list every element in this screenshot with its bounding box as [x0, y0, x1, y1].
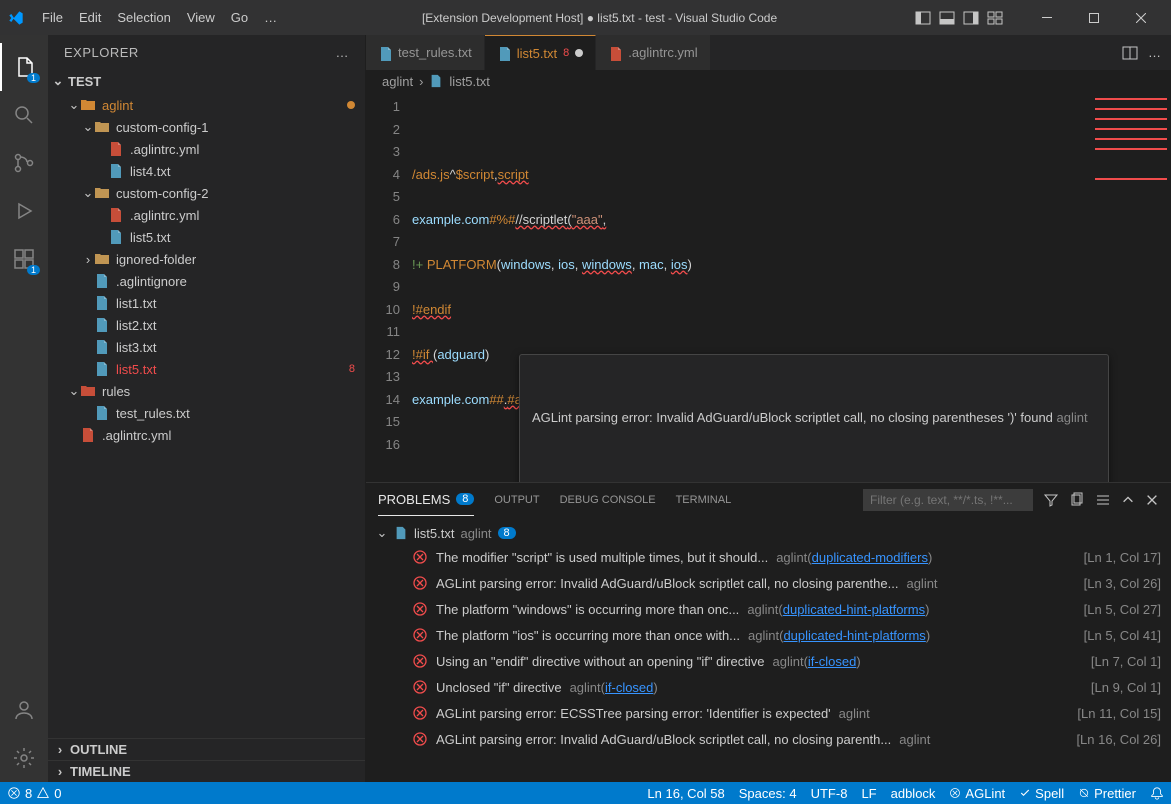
tree-item-test_rules.txt[interactable]: test_rules.txt	[48, 402, 365, 424]
problem-row[interactable]: Using an "endif" directive without an op…	[376, 648, 1161, 674]
activity-explorer[interactable]: 1	[0, 43, 48, 91]
menu-file[interactable]: File	[34, 10, 71, 25]
bottom-panel: PROBLEMS 8 OUTPUT DEBUG CONSOLE TERMINAL	[366, 482, 1171, 782]
activitybar: 1 1	[0, 35, 48, 782]
editor-more-icon[interactable]: …	[1148, 45, 1161, 60]
hover-tooltip: AGLint parsing error: Invalid AdGuard/uB…	[519, 354, 1109, 482]
tree-item-aglint[interactable]: ⌄aglint	[48, 94, 365, 116]
problem-row[interactable]: AGLint parsing error: ECSSTree parsing e…	[376, 700, 1161, 726]
panel-tab-terminal[interactable]: TERMINAL	[676, 486, 732, 514]
window-title: [Extension Development Host] ● list5.txt…	[285, 11, 914, 25]
tree-item-custom-config-1[interactable]: ⌄custom-config-1	[48, 116, 365, 138]
menu-view[interactable]: View	[179, 10, 223, 25]
activity-debug[interactable]	[0, 187, 48, 235]
sidebar-title: EXPLORER	[64, 45, 139, 60]
extensions-badge: 1	[27, 265, 40, 275]
sidebar-explorer: EXPLORER … ⌄TEST ⌄aglint⌄custom-config-1…	[48, 35, 366, 782]
menu-go[interactable]: Go	[223, 10, 256, 25]
filter-icon[interactable]	[1043, 492, 1059, 508]
status-position[interactable]: Ln 16, Col 58	[640, 782, 731, 804]
code-content[interactable]: AGLint parsing error: Invalid AdGuard/uB…	[412, 92, 1091, 482]
tree-item-rules[interactable]: ⌄rules	[48, 380, 365, 402]
problem-row[interactable]: The modifier "script" is used multiple t…	[376, 544, 1161, 570]
close-button[interactable]	[1118, 0, 1163, 35]
activity-extensions[interactable]: 1	[0, 235, 48, 283]
menu-more[interactable]: …	[256, 10, 285, 25]
menu-selection[interactable]: Selection	[109, 10, 178, 25]
tree-item-list5.txt[interactable]: list5.txt	[48, 226, 365, 248]
tree-item-list2.txt[interactable]: list2.txt	[48, 314, 365, 336]
split-editor-icon[interactable]	[1122, 45, 1138, 61]
status-spell[interactable]: Spell	[1012, 782, 1071, 804]
line-gutter: 12345678910111213141516	[366, 92, 412, 482]
status-errors[interactable]: 8 0	[0, 782, 68, 804]
tree-item-.aglintignore[interactable]: .aglintignore	[48, 270, 365, 292]
editor-tabs: test_rules.txtlist5.txt8.aglintrc.yml …	[366, 35, 1171, 70]
timeline-section[interactable]: ›TIMELINE	[48, 760, 365, 782]
status-spaces[interactable]: Spaces: 4	[732, 782, 804, 804]
problem-row[interactable]: Unclosed "if" directive aglint(if-closed…	[376, 674, 1161, 700]
tree-item-.aglintrc.yml[interactable]: .aglintrc.yml	[48, 204, 365, 226]
minimize-button[interactable]	[1024, 0, 1069, 35]
layout-panel-left-icon[interactable]	[914, 9, 932, 27]
problems-list: ⌄ list5.txt aglint 8 The modifier "scrip…	[366, 516, 1171, 782]
layout-panel-right-icon[interactable]	[962, 9, 980, 27]
tab-.aglintrc.yml[interactable]: .aglintrc.yml	[596, 35, 710, 70]
panel-tab-debug[interactable]: DEBUG CONSOLE	[560, 486, 656, 514]
status-eol[interactable]: LF	[854, 782, 883, 804]
statusbar: 8 0 Ln 16, Col 58 Spaces: 4 UTF-8 LF adb…	[0, 782, 1171, 804]
outline-section[interactable]: ›OUTLINE	[48, 738, 365, 760]
titlebar: File Edit Selection View Go … [Extension…	[0, 0, 1171, 35]
tree-item-list5.txt[interactable]: list5.txt8	[48, 358, 365, 380]
tab-test_rules.txt[interactable]: test_rules.txt	[366, 35, 485, 70]
editor-area: test_rules.txtlist5.txt8.aglintrc.yml … …	[366, 35, 1171, 782]
problem-row[interactable]: AGLint parsing error: Invalid AdGuard/uB…	[376, 726, 1161, 752]
status-language[interactable]: adblock	[884, 782, 943, 804]
explorer-badge: 1	[27, 73, 40, 83]
problems-filter-input[interactable]	[863, 489, 1033, 511]
panel-tab-output[interactable]: OUTPUT	[494, 486, 539, 514]
panel-tab-problems[interactable]: PROBLEMS 8	[378, 484, 474, 516]
activity-account[interactable]	[0, 686, 48, 734]
problem-file-header[interactable]: ⌄ list5.txt aglint 8	[376, 522, 1161, 544]
workspace-header[interactable]: ⌄TEST	[48, 70, 365, 92]
status-encoding[interactable]: UTF-8	[804, 782, 855, 804]
file-icon	[429, 74, 443, 88]
tree-item-list4.txt[interactable]: list4.txt	[48, 160, 365, 182]
problem-row[interactable]: The platform "ios" is occurring more tha…	[376, 622, 1161, 648]
menu-edit[interactable]: Edit	[71, 10, 109, 25]
sidebar-more-icon[interactable]: …	[336, 45, 350, 60]
status-prettier[interactable]: Prettier	[1071, 782, 1143, 804]
copy-icon[interactable]	[1069, 492, 1085, 508]
layout-customize-icon[interactable]	[986, 9, 1004, 27]
tab-list5.txt[interactable]: list5.txt8	[485, 35, 597, 70]
collapse-icon[interactable]	[1095, 492, 1111, 508]
activity-search[interactable]	[0, 91, 48, 139]
vscode-logo-icon	[8, 10, 24, 26]
tree-item-.aglintrc.yml[interactable]: .aglintrc.yml	[48, 138, 365, 160]
tree-item-ignored-folder[interactable]: ›ignored-folder	[48, 248, 365, 270]
panel-up-icon[interactable]	[1121, 493, 1135, 507]
problem-row[interactable]: The platform "windows" is occurring more…	[376, 596, 1161, 622]
tree-item-custom-config-2[interactable]: ⌄custom-config-2	[48, 182, 365, 204]
status-aglint[interactable]: AGLint	[942, 782, 1012, 804]
file-icon	[394, 526, 408, 540]
breadcrumb[interactable]: aglint › list5.txt	[366, 70, 1171, 92]
problem-row[interactable]: AGLint parsing error: Invalid AdGuard/uB…	[376, 570, 1161, 596]
activity-settings[interactable]	[0, 734, 48, 782]
tree-item-.aglintrc.yml[interactable]: .aglintrc.yml	[48, 424, 365, 446]
activity-scm[interactable]	[0, 139, 48, 187]
tree-item-list3.txt[interactable]: list3.txt	[48, 336, 365, 358]
maximize-button[interactable]	[1071, 0, 1116, 35]
editor-body[interactable]: 12345678910111213141516 AGLint parsing e…	[366, 92, 1171, 482]
panel-close-icon[interactable]	[1145, 493, 1159, 507]
tree-item-list1.txt[interactable]: list1.txt	[48, 292, 365, 314]
layout-panel-bottom-icon[interactable]	[938, 9, 956, 27]
status-bell-icon[interactable]	[1143, 782, 1171, 804]
file-tree: ⌄aglint⌄custom-config-1.aglintrc.ymllist…	[48, 92, 365, 738]
